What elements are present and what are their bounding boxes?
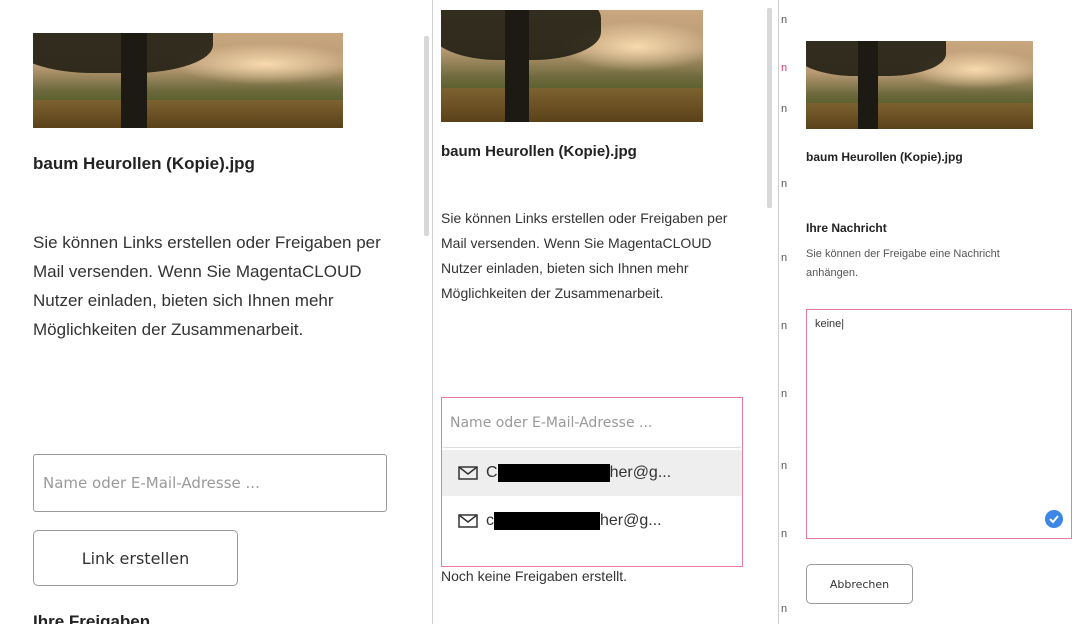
create-link-button[interactable]: Link erstellen	[33, 530, 238, 586]
check-badge-icon	[1045, 510, 1063, 528]
edge-letter: n	[781, 388, 788, 400]
suggestion-prefix: c	[486, 512, 494, 529]
mail-icon	[458, 466, 478, 480]
edge-letter: n	[781, 103, 788, 115]
create-link-label: Link erstellen	[81, 548, 190, 568]
edge-letter: n	[781, 603, 788, 615]
search-placeholder: Name oder E-Mail-Adresse ...	[43, 474, 260, 492]
message-textarea[interactable]: keine|	[806, 309, 1072, 539]
scrollbar[interactable]	[424, 36, 429, 236]
share-info-text: Sie können Links erstellen oder Freigabe…	[33, 233, 381, 339]
redacted-block	[494, 512, 600, 530]
suggestion-item[interactable]: C her@g...	[442, 450, 742, 496]
file-name: baum Heurollen (Kopie).jpg	[806, 150, 963, 164]
file-name: baum Heurollen (Kopie).jpg	[33, 154, 255, 173]
file-thumbnail	[441, 10, 703, 122]
mail-icon	[458, 514, 478, 528]
suggestion-prefix: C	[486, 464, 498, 481]
message-value: keine|	[815, 318, 845, 330]
redacted-block	[497, 464, 610, 482]
suggestion-suffix: her@g...	[609, 464, 672, 481]
edge-letter: n	[781, 178, 788, 190]
edge-letter: n	[781, 320, 788, 332]
no-shares-text: Noch keine Freigaben erstellt.	[441, 568, 627, 584]
cancel-label: Abbrechen	[829, 577, 890, 591]
share-info-text: Sie können Links erstellen oder Freigabe…	[441, 210, 728, 301]
edge-letter: n	[781, 528, 788, 540]
edge-letter: n	[781, 62, 788, 74]
share-panel-left: baum Heurollen (Kopie).jpg Sie können Li…	[0, 0, 430, 624]
share-panel-right: n n n n n n n n n n baum Heurollen (Kopi…	[779, 0, 1080, 624]
file-thumbnail	[33, 33, 343, 128]
shares-heading: Ihre Freigaben	[33, 612, 151, 624]
message-heading: Ihre Nachricht	[806, 221, 887, 235]
cancel-button[interactable]: Abbrechen	[806, 564, 913, 604]
search-placeholder: Name oder E-Mail-Adresse ...	[450, 414, 653, 431]
file-thumbnail	[806, 41, 1033, 129]
panel-divider	[432, 0, 433, 624]
share-search-input[interactable]: Name oder E-Mail-Adresse ...	[33, 454, 387, 512]
suggestion-suffix: her@g...	[600, 512, 662, 529]
edge-letter: n	[781, 252, 788, 264]
scrollbar[interactable]	[767, 8, 772, 208]
edge-letter: n	[781, 460, 788, 472]
share-search-dropdown: Name oder E-Mail-Adresse ... C her@g... …	[441, 397, 743, 567]
message-hint: Sie können der Freigabe eine Nachricht a…	[806, 248, 1000, 279]
file-name: baum Heurollen (Kopie).jpg	[441, 143, 637, 160]
suggestion-item[interactable]: c her@g...	[442, 498, 742, 544]
edge-letter: n	[781, 14, 788, 26]
share-search-input[interactable]: Name oder E-Mail-Adresse ...	[442, 398, 742, 448]
share-panel-middle: baum Heurollen (Kopie).jpg Sie können Li…	[434, 0, 774, 624]
